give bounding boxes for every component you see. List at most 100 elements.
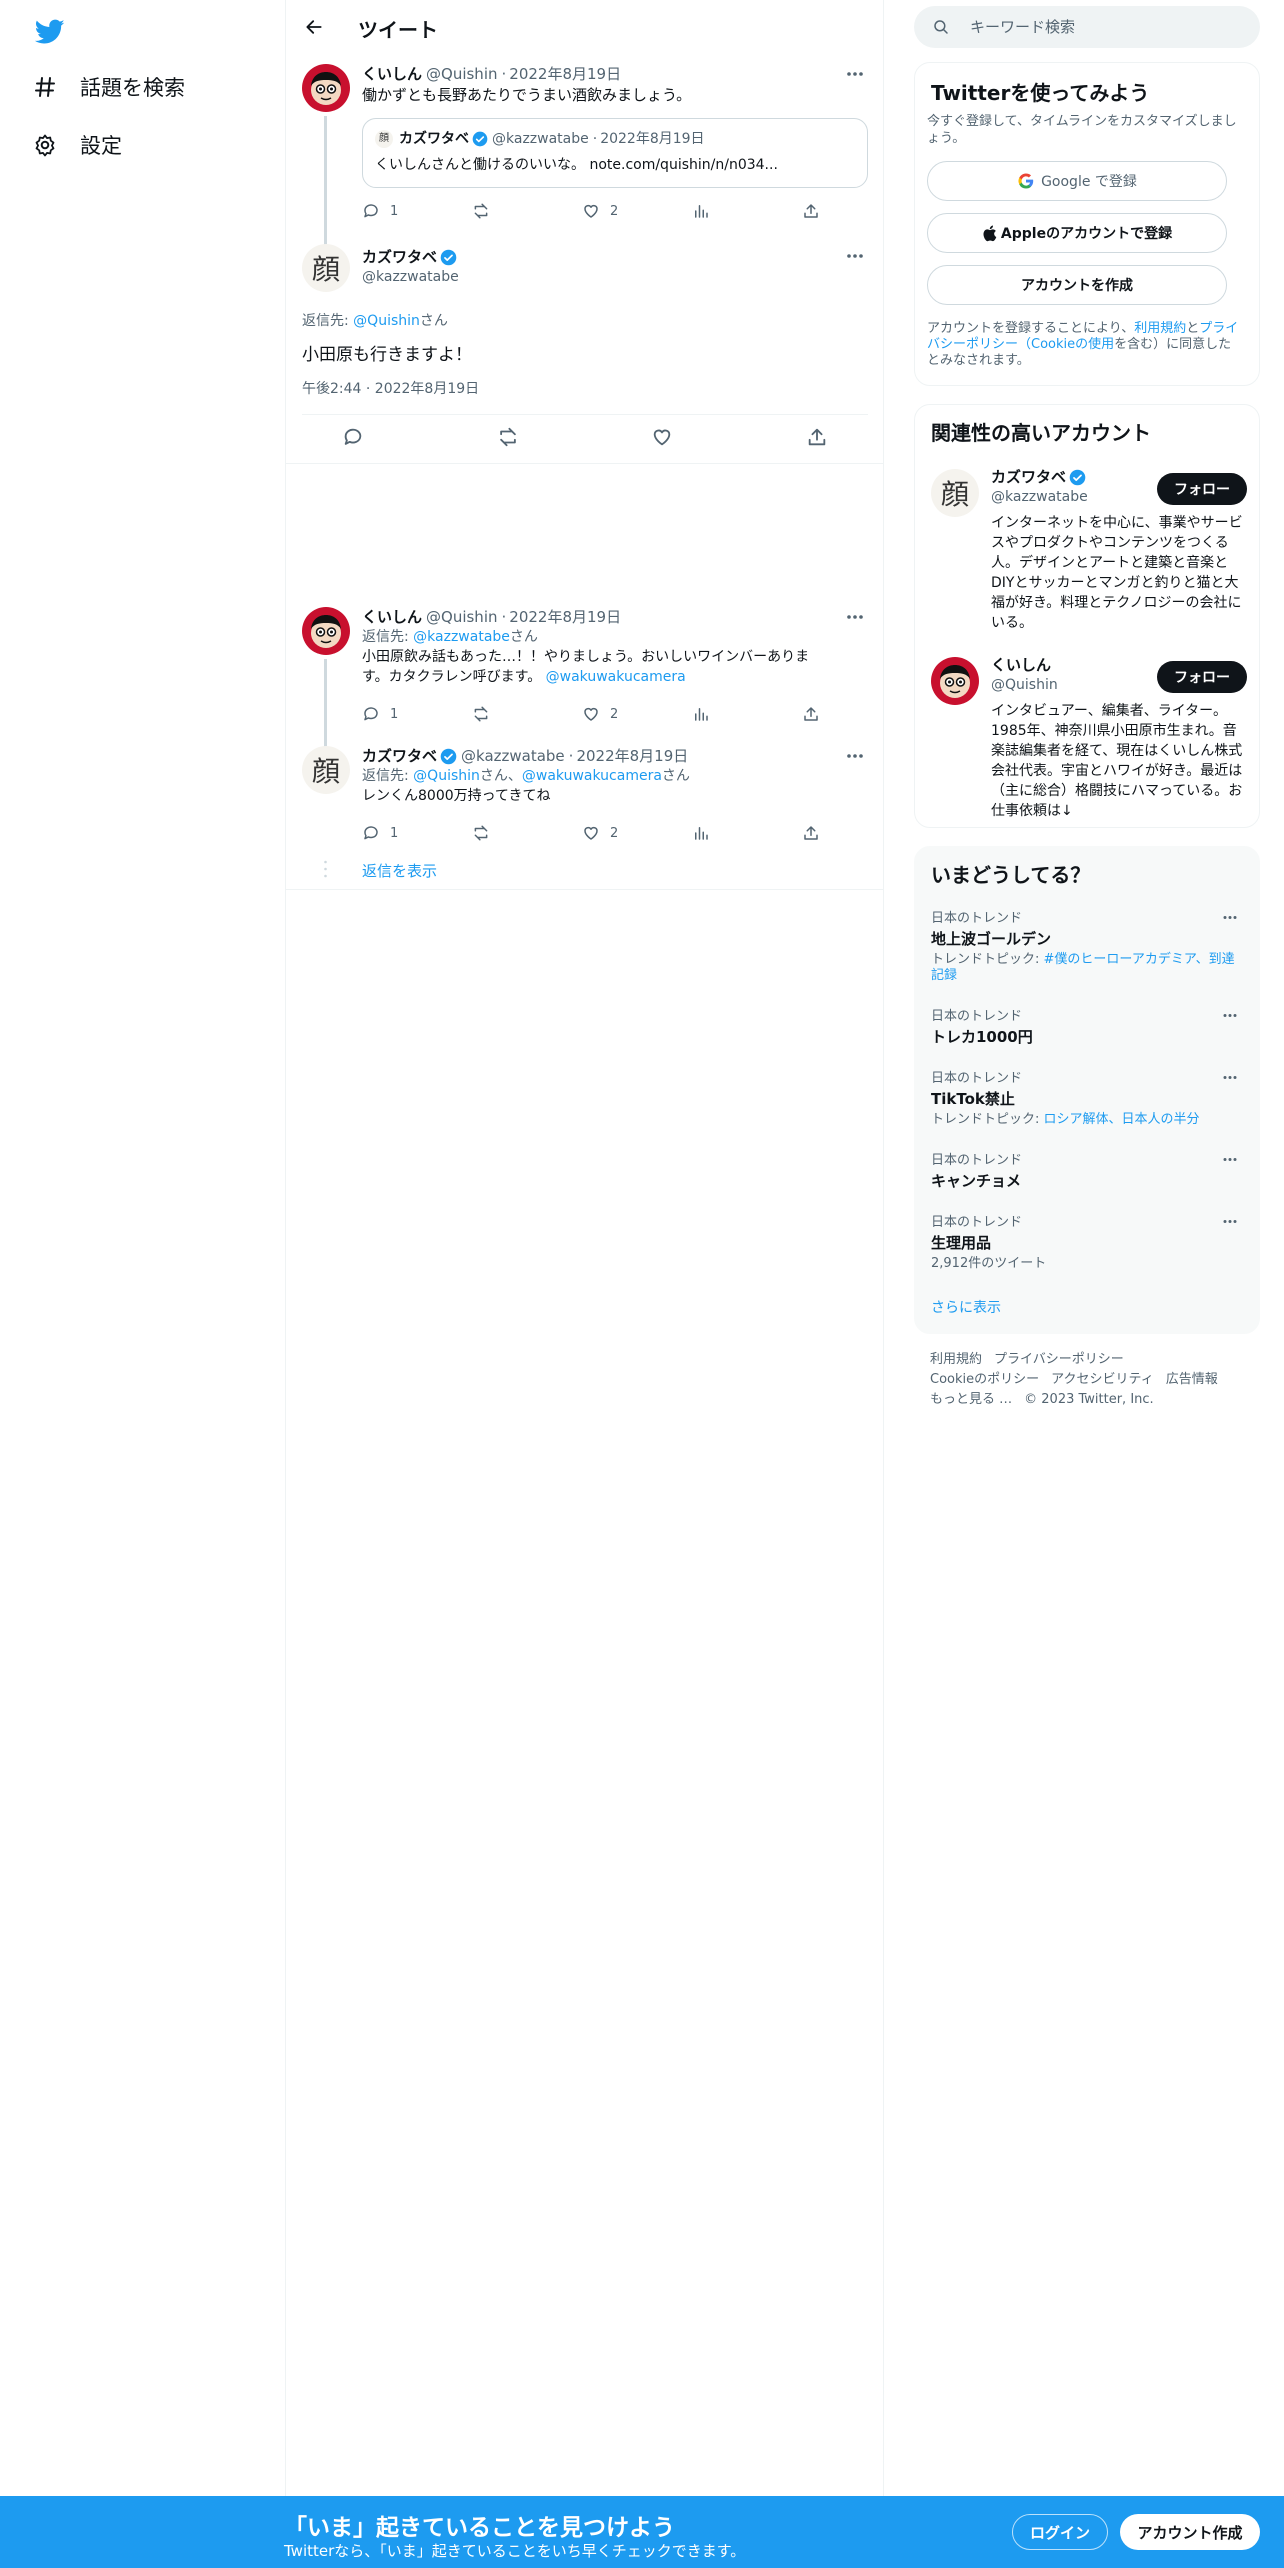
footer-link[interactable]: Cookieのポリシー <box>930 1372 1039 1387</box>
create-account-button[interactable]: アカウントを作成 <box>927 265 1227 305</box>
more-icon[interactable] <box>1217 1149 1243 1169</box>
tweet-author-row: カズワタベ <box>362 247 459 267</box>
author-handle[interactable]: @kazzwatabe <box>362 269 459 285</box>
replying-to-link[interactable]: @wakuwakucamera <box>522 768 662 784</box>
quoted-tweet[interactable]: 顔 カズワタベ @kazzwatabe · 2022年8月19日 くいしんさんと… <box>362 118 868 188</box>
account-name[interactable]: カズワタベ <box>991 467 1066 487</box>
tweet-author-row: くいしん @Quishin · 2022年8月19日 <box>362 64 868 84</box>
show-replies-link[interactable]: 返信を表示 <box>362 860 437 881</box>
search-box[interactable] <box>914 6 1260 48</box>
nav-explore[interactable]: 話題を検索 <box>30 62 185 112</box>
author-name[interactable]: カズワタベ <box>362 746 437 766</box>
twitter-logo-icon[interactable] <box>30 12 70 52</box>
search-icon <box>932 18 950 36</box>
retweet-button[interactable] <box>472 824 582 842</box>
related-account[interactable]: 顔 カズワタベ @kazzwatabe フォロー インターネットを中心に、事業や… <box>915 463 1259 633</box>
retweet-button[interactable] <box>472 202 582 220</box>
trend-context: 日本のトレンド <box>931 1153 1023 1168</box>
footer-row: Cookieのポリシー アクセシビリティ 広告情報 <box>930 1370 1260 1390</box>
retweet-button[interactable] <box>472 705 582 723</box>
trend-item[interactable]: 日本のトレンド キャンチョメ <box>931 1149 1243 1191</box>
avatar[interactable]: 顔 <box>931 469 979 517</box>
terms-link[interactable]: 利用規約 <box>1134 321 1186 336</box>
reply-button[interactable]: 1 <box>362 824 472 842</box>
trend-topics-link[interactable]: ロシア解体、日本人の半分 <box>1044 1112 1200 1127</box>
author-handle[interactable]: @Quishin <box>426 607 497 627</box>
tweet-timestamp[interactable]: 午後2:44 · 2022年8月19日 <box>302 378 479 398</box>
back-arrow-icon[interactable] <box>298 11 330 43</box>
trend-item[interactable]: 日本のトレンド トレカ1000円 <box>931 1005 1243 1047</box>
trend-item[interactable]: 日本のトレンド TikTok禁止 トレンドトピック: ロシア解体、日本人の半分 <box>931 1067 1243 1128</box>
avatar[interactable] <box>931 657 979 705</box>
avatar[interactable]: 顔 <box>302 746 350 794</box>
account-name[interactable]: くいしん <box>991 655 1051 675</box>
signup-title: Twitterを使ってみよう <box>931 81 1150 105</box>
author-handle[interactable]: @kazzwatabe <box>461 746 565 766</box>
legal-text: アカウントを登録することにより、 <box>927 321 1135 336</box>
more-icon[interactable] <box>842 64 868 84</box>
verified-badge-icon <box>1069 469 1086 486</box>
trend-item[interactable]: 日本のトレンド 地上波ゴールデン トレンドトピック: #僕のヒーローアカデミア、… <box>931 907 1243 984</box>
views-button[interactable] <box>692 705 802 723</box>
footer-link[interactable]: 利用規約 <box>930 1352 982 1367</box>
reply-button[interactable]: 1 <box>362 202 472 220</box>
account-handle[interactable]: @Quishin <box>991 677 1058 693</box>
more-replies-dots-icon <box>324 860 327 880</box>
account-handle[interactable]: @kazzwatabe <box>991 489 1088 505</box>
signup-legal: アカウントを登録することにより、利用規約とプライバシーポリシー（Cookieの使… <box>927 321 1243 369</box>
more-icon[interactable] <box>842 246 868 266</box>
nav-settings[interactable]: 設定 <box>30 120 122 170</box>
more-icon[interactable] <box>1217 1211 1243 1231</box>
tweet-reply[interactable]: 顔 カズワタベ @kazzwatabe · 2022年8月19日 返信先: @Q… <box>286 744 884 894</box>
avatar[interactable]: 顔 <box>302 244 350 292</box>
tweet-reply[interactable]: くいしん @Quishin · 2022年8月19日 返信先: @kazzwat… <box>286 605 884 747</box>
avatar[interactable] <box>302 607 350 655</box>
trend-item[interactable]: 日本のトレンド 生理用品 2,912件のツイート <box>931 1211 1243 1272</box>
author-name[interactable]: カズワタベ <box>362 247 437 267</box>
more-icon[interactable] <box>1217 1067 1243 1087</box>
reply-button[interactable]: 1 <box>362 705 472 723</box>
retweet-icon[interactable] <box>497 426 519 452</box>
author-handle[interactable]: @Quishin <box>426 64 497 84</box>
tweet-date[interactable]: 2022年8月19日 <box>509 607 621 627</box>
more-icon[interactable] <box>1217 907 1243 927</box>
tweet-body: くいしん @Quishin · 2022年8月19日 働かずとも長野あたりでうま… <box>362 64 868 106</box>
mention-link[interactable]: @wakuwakucamera <box>546 669 686 685</box>
replying-to-link[interactable]: @Quishin <box>413 768 480 784</box>
avatar[interactable] <box>302 64 350 112</box>
more-icon[interactable] <box>842 746 868 766</box>
tweet-first[interactable]: くいしん @Quishin · 2022年8月19日 働かずとも長野あたりでうま… <box>286 62 884 248</box>
footer-more-link[interactable]: もっと見る … <box>930 1392 1012 1407</box>
more-icon[interactable] <box>1217 1005 1243 1025</box>
footer-link[interactable]: プライバシーポリシー <box>994 1352 1124 1367</box>
footer-link[interactable]: アクセシビリティ <box>1051 1372 1154 1387</box>
apple-signup-button[interactable]: Appleのアカウントで登録 <box>927 213 1227 253</box>
replying-to-link[interactable]: @kazzwatabe <box>413 629 510 645</box>
follow-button[interactable]: フォロー <box>1157 473 1247 505</box>
google-signup-button[interactable]: Google で登録 <box>927 161 1227 201</box>
more-icon[interactable] <box>842 607 868 627</box>
views-button[interactable] <box>692 202 802 220</box>
replying-to-link[interactable]: @Quishin <box>353 313 420 329</box>
nav-explore-label: 話題を検索 <box>80 76 185 100</box>
like-button[interactable]: 2 <box>582 705 692 723</box>
share-icon[interactable] <box>806 426 828 452</box>
search-input[interactable] <box>970 18 1250 36</box>
tweet-date[interactable]: 2022年8月19日 <box>576 746 688 766</box>
author-name[interactable]: くいしん <box>362 64 422 84</box>
login-button[interactable]: ログイン <box>1012 2514 1108 2550</box>
footer-link[interactable]: 広告情報 <box>1166 1372 1218 1387</box>
like-button[interactable]: 2 <box>582 824 692 842</box>
left-nav: 話題を検索 設定 <box>0 0 286 2568</box>
tweet-date[interactable]: 2022年8月19日 <box>509 64 621 84</box>
related-account[interactable]: くいしん @Quishin フォロー インタビュアー、編集者、ライター。1985… <box>915 651 1259 821</box>
author-name[interactable]: くいしん <box>362 607 422 627</box>
like-icon[interactable] <box>651 426 673 452</box>
show-more-link[interactable]: さらに表示 <box>931 1297 1001 1317</box>
like-button[interactable]: 2 <box>582 202 692 220</box>
banner-headline: 「いま」起きていることを見つけよう <box>284 2515 675 2541</box>
views-button[interactable] <box>692 824 802 842</box>
signup-button[interactable]: アカウント作成 <box>1120 2514 1260 2550</box>
reply-icon[interactable] <box>342 426 364 452</box>
follow-button[interactable]: フォロー <box>1157 661 1247 693</box>
